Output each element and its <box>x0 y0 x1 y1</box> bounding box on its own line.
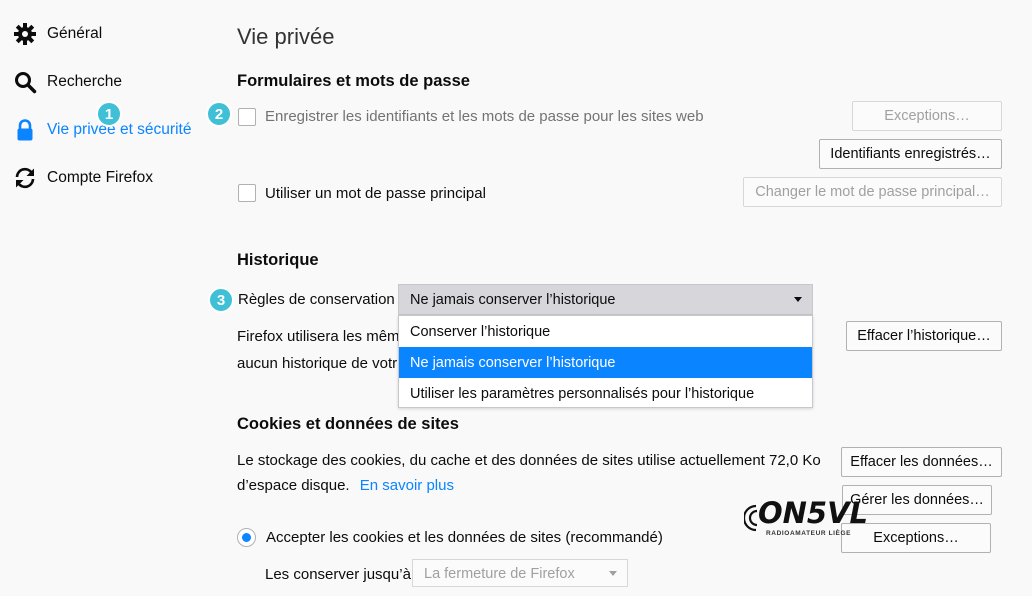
history-rules-label: Règles de conservation <box>238 291 395 308</box>
history-mode-dropdown: Conserver l’historique Ne jamais conserv… <box>398 315 813 408</box>
cookies-description-line2: d’espace disque. En savoir plus <box>237 477 454 494</box>
step-badge-3: 3 <box>208 287 234 313</box>
sidebar-item-label: Vie privée et sécurité <box>47 121 192 138</box>
watermark-main: ON5VL <box>758 496 869 530</box>
radio-waves-icon <box>744 504 758 532</box>
step-badge-1: 1 <box>96 101 122 127</box>
keep-until-select[interactable]: La fermeture de Firefox <box>412 559 628 587</box>
lock-icon <box>12 117 38 143</box>
step-badge-2: 2 <box>206 101 232 127</box>
master-password-checkbox[interactable] <box>238 184 256 202</box>
cookies-heading: Cookies et données de sites <box>237 415 459 433</box>
history-option-never[interactable]: Ne jamais conserver l’historique <box>399 347 812 378</box>
clear-history-button[interactable]: Effacer l’historique… <box>846 321 1002 351</box>
clear-data-button[interactable]: Effacer les données… <box>841 447 1002 477</box>
gear-icon <box>12 21 38 47</box>
sidebar-item-general[interactable]: Général <box>12 18 102 50</box>
save-logins-label: Enregistrer les identifiants et les mots… <box>265 108 704 125</box>
search-icon <box>12 69 38 95</box>
saved-logins-button[interactable]: Identifiants enregistrés… <box>819 139 1002 169</box>
history-description-line1: Firefox utilisera les mêm <box>237 328 400 345</box>
logins-exceptions-button[interactable]: Exceptions… <box>852 101 1002 131</box>
sidebar-item-firefox-account[interactable]: Compte Firefox <box>12 162 153 194</box>
sidebar-item-label: Général <box>47 25 103 42</box>
sidebar-item-label: Compte Firefox <box>47 169 153 186</box>
cookies-description-text: d’espace disque. <box>237 477 350 494</box>
watermark-logo: ON5VL RADIOAMATEUR LIÈGE <box>744 496 868 546</box>
learn-more-link[interactable]: En savoir plus <box>360 477 454 494</box>
keep-until-label: Les conserver jusqu’à <box>265 566 411 583</box>
accept-cookies-radio[interactable] <box>237 528 256 547</box>
history-option-remember[interactable]: Conserver l’historique <box>399 316 812 347</box>
history-mode-value: Ne jamais conserver l’historique <box>410 292 616 308</box>
history-option-custom[interactable]: Utiliser les paramètres personnalisés po… <box>399 378 812 409</box>
save-logins-checkbox[interactable] <box>238 108 256 126</box>
cookies-description-line1: Le stockage des cookies, du cache et des… <box>237 452 821 469</box>
history-mode-select[interactable]: Ne jamais conserver l’historique <box>398 284 813 315</box>
chevron-down-icon <box>609 571 617 576</box>
sync-icon <box>12 165 38 191</box>
chevron-down-icon <box>794 297 802 302</box>
history-heading: Historique <box>237 251 319 269</box>
history-description-line2: aucun historique de votr <box>237 355 398 372</box>
master-password-label: Utiliser un mot de passe principal <box>265 185 486 202</box>
keep-until-value: La fermeture de Firefox <box>424 566 575 582</box>
accept-cookies-label: Accepter les cookies et les données de s… <box>266 529 663 546</box>
change-master-password-button[interactable]: Changer le mot de passe principal… <box>743 177 1002 207</box>
sidebar-item-search[interactable]: Recherche <box>12 66 122 98</box>
forms-heading: Formulaires et mots de passe <box>237 72 470 90</box>
watermark-sub: RADIOAMATEUR LIÈGE <box>766 530 852 537</box>
page-title: Vie privée <box>237 24 335 49</box>
sidebar-item-label: Recherche <box>47 73 122 90</box>
